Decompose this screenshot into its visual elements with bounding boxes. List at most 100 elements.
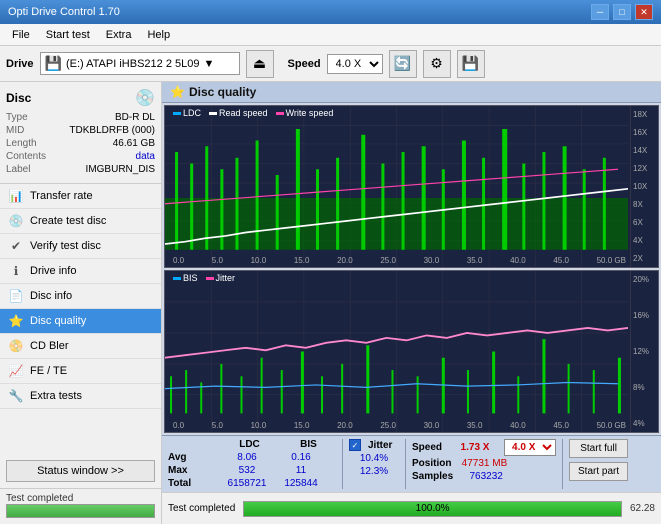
menu-help[interactable]: Help [139,27,178,43]
disc-contents-value: data [136,151,155,162]
jitter-stats: ✓ Jitter 10.4% 12.3% [349,439,399,477]
panel-header: ⭐ Disc quality [162,82,661,103]
disc-icon: 💿 [135,88,155,108]
speed-label: Speed [288,58,321,70]
jitter-legend-dot [206,277,214,280]
samples-row: Samples 763232 [412,471,556,482]
sidebar-item-label: Transfer rate [30,190,93,202]
create-test-disc-icon: 💿 [8,214,24,228]
sidebar-item-label: Disc info [30,290,72,302]
disc-length-row: Length 46.61 GB [6,138,155,149]
stats-divider3 [562,439,563,489]
avg-label: Avg [168,452,218,463]
sidebar-item-create-test-disc[interactable]: 💿 Create test disc [0,209,161,234]
toolbar: Drive 💾 (E:) ATAPI iHBS212 2 5L09 ▼ ⏏ Sp… [0,46,661,82]
sidebar: Disc 💿 Type BD-R DL MID TDKBLDRFB (000) … [0,82,162,524]
panel-title: Disc quality [189,85,256,99]
avg-jitter: 10.4% [349,453,399,464]
speed-select-stats[interactable]: 4.0 X [504,439,556,456]
disc-panel-title: Disc [6,91,31,105]
menu-file[interactable]: File [4,27,38,43]
sidebar-item-label: FE / TE [30,365,67,377]
close-button[interactable]: ✕ [635,4,653,20]
legend-write-speed: Write speed [276,108,334,118]
speed-pos-stats: Speed 1.73 X 4.0 X Position 47731 MB Sam… [412,439,556,482]
sidebar-item-disc-quality[interactable]: ⭐ Disc quality [0,309,161,334]
disc-type-row: Type BD-R DL [6,112,155,123]
stats-headers-row: LDC BIS [168,439,336,450]
disc-length-label: Length [6,138,37,149]
legend-jitter: Jitter [206,273,236,283]
progress-fill [7,505,154,517]
chart1-y-axis: 18X 16X 14X 12X 10X 8X 6X 4X 2X [630,106,658,267]
drive-selector[interactable]: 💾 (E:) ATAPI iHBS212 2 5L09 ▼ [40,52,240,75]
max-jitter-row: 12.3% [349,466,399,477]
status-window-button[interactable]: Status window >> [6,460,155,482]
disc-info-icon: 📄 [8,289,24,303]
total-bis: 125844 [276,478,326,489]
read-speed-legend-dot [209,112,217,115]
sidebar-item-drive-info[interactable]: ℹ Drive info [0,259,161,284]
avg-bis: 0.16 [276,452,326,463]
drive-value: (E:) ATAPI iHBS212 2 5L09 [66,58,200,70]
speed-select[interactable]: 4.0 X 2.0 X 8.0 X [327,54,383,74]
jitter-legend-label: Jitter [216,273,236,283]
sidebar-item-label: Disc quality [30,315,86,327]
disc-label-value: IMGBURN_DIS [86,164,155,175]
ldc-legend-label: LDC [183,108,201,118]
bis-legend-label: BIS [183,273,198,283]
start-full-button[interactable]: Start full [569,439,628,458]
chart2-legend: BIS Jitter [173,273,235,283]
read-speed-legend-label: Read speed [219,108,268,118]
menu-extra[interactable]: Extra [98,27,140,43]
transfer-rate-icon: 📊 [8,189,24,203]
chart2-svg [165,271,628,432]
total-ldc: 6158721 [222,478,272,489]
legend-ldc: LDC [173,108,201,118]
bottom-bar: Test completed 100.0% 62.28 [162,492,661,524]
status-text: Test completed [6,493,155,504]
disc-label-label: Label [6,164,30,175]
sidebar-item-label: Drive info [30,265,76,277]
sidebar-item-extra-tests[interactable]: 🔧 Extra tests [0,384,161,409]
save-button[interactable]: 💾 [457,50,485,78]
sidebar-item-disc-info[interactable]: 📄 Disc info [0,284,161,309]
bottom-progress-bar: 100.0% [243,501,622,517]
avg-jitter-row: 10.4% [349,453,399,464]
minimize-button[interactable]: ─ [591,4,609,20]
drive-dropdown-icon[interactable]: ▼ [203,58,214,70]
sidebar-item-verify-test-disc[interactable]: ✔ Verify test disc [0,234,161,259]
sidebar-item-cd-bler[interactable]: 📀 CD Bler [0,334,161,359]
eject-button[interactable]: ⏏ [246,50,274,78]
max-label: Max [168,465,218,476]
jitter-header-row: ✓ Jitter [349,439,399,451]
sidebar-item-transfer-rate[interactable]: 📊 Transfer rate [0,184,161,209]
write-speed-legend-dot [276,112,284,115]
refresh-button[interactable]: 🔄 [389,50,417,78]
jitter-checkbox[interactable]: ✓ [349,439,361,451]
disc-quality-icon: ⭐ [8,314,24,328]
panel-header-icon: ⭐ [170,85,185,99]
max-row: Max 532 11 [168,465,336,476]
fe-te-icon: 📈 [8,364,24,378]
maximize-button[interactable]: □ [613,4,631,20]
drive-info-icon: ℹ [8,264,24,278]
chart1-svg [165,106,628,267]
speed-row: Speed 1.73 X 4.0 X [412,439,556,456]
settings-button[interactable]: ⚙ [423,50,451,78]
total-label: Total [168,478,218,489]
samples-label: Samples [412,471,453,482]
start-part-button[interactable]: Start part [569,462,628,481]
ldc-chart: LDC Read speed Write speed [164,105,659,268]
chart1-legend: LDC Read speed Write speed [173,108,333,118]
legend-bis: BIS [173,273,198,283]
disc-info-panel: Disc 💿 Type BD-R DL MID TDKBLDRFB (000) … [0,82,161,184]
title-bar: Opti Drive Control 1.70 ─ □ ✕ [0,0,661,24]
max-ldc: 532 [222,465,272,476]
sidebar-item-fe-te[interactable]: 📈 FE / TE [0,359,161,384]
menu-start-test[interactable]: Start test [38,27,98,43]
disc-contents-row: Contents data [6,151,155,162]
disc-mid-value: TDKBLDRFB (000) [69,125,155,136]
start-buttons: Start full Start part [569,439,628,481]
speed-label: Speed [412,442,442,453]
